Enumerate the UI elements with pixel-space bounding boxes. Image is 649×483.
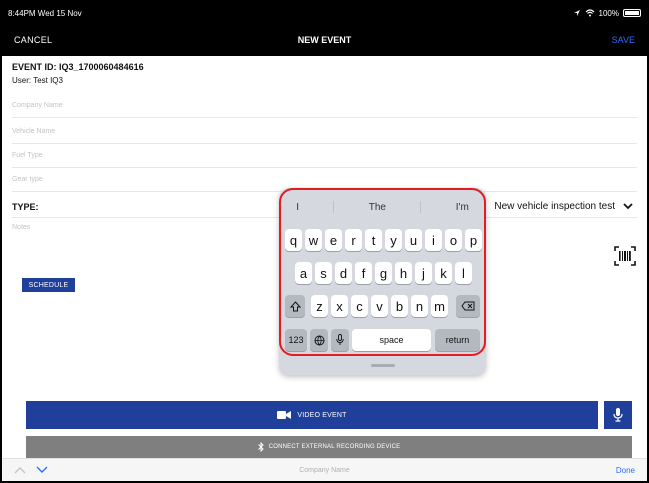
- key-n[interactable]: n: [411, 295, 428, 317]
- key-f[interactable]: f: [355, 262, 372, 284]
- chevron-down-icon[interactable]: [36, 466, 48, 474]
- type-label: TYPE:: [12, 201, 39, 212]
- dictation-icon: [336, 334, 344, 345]
- battery-icon: [623, 9, 641, 17]
- schedule-button[interactable]: SCHEDULE: [22, 278, 75, 292]
- cancel-button[interactable]: CANCEL: [14, 35, 52, 45]
- status-bar: 8:44PM Wed 15 Nov 100%: [2, 2, 647, 24]
- connect-device-button[interactable]: CONNECT EXTERNAL RECORDING DEVICE: [26, 436, 632, 458]
- suggestion-item[interactable]: The: [369, 202, 386, 213]
- key-p[interactable]: p: [465, 229, 482, 251]
- suggestion-item[interactable]: I: [296, 202, 299, 213]
- key-l[interactable]: l: [455, 262, 472, 284]
- key-d[interactable]: d: [335, 262, 352, 284]
- event-id: EVENT ID: IQ3_1700060484616: [12, 62, 144, 72]
- keyboard-grabber[interactable]: [371, 364, 395, 367]
- field-nav-arrows: [14, 466, 48, 474]
- suggestion-bar: I The I'm: [279, 198, 486, 216]
- space-key[interactable]: space: [352, 329, 431, 351]
- page-title: NEW EVENT: [297, 35, 352, 45]
- chevron-up-icon[interactable]: [14, 466, 26, 474]
- notes-placeholder: Notes: [12, 224, 31, 231]
- vehicle-name-placeholder: Vehicle Name: [12, 128, 56, 135]
- video-event-label: VIDEO EVENT: [297, 411, 347, 419]
- battery-percent: 100%: [598, 8, 619, 18]
- fuel-type-field[interactable]: Fuel Type: [12, 144, 637, 168]
- status-right: 100%: [573, 9, 641, 18]
- save-button[interactable]: SAVE: [612, 35, 635, 45]
- gear-type-placeholder: Gear type: [12, 176, 43, 183]
- connect-device-label: CONNECT EXTERNAL RECORDING DEVICE: [268, 444, 401, 450]
- backspace-key[interactable]: [456, 295, 480, 317]
- keyboard-accessory-bar: Company Name Done: [2, 458, 647, 481]
- location-icon: [573, 10, 580, 16]
- notes-field[interactable]: Notes: [12, 224, 30, 231]
- chevron-down-icon: [623, 203, 633, 210]
- numbers-key[interactable]: 123: [285, 329, 307, 351]
- type-value: New vehicle inspection test: [494, 201, 615, 212]
- key-e[interactable]: e: [325, 229, 342, 251]
- microphone-button[interactable]: [604, 401, 632, 429]
- key-i[interactable]: i: [425, 229, 442, 251]
- return-key[interactable]: return: [435, 329, 480, 351]
- key-m[interactable]: m: [431, 295, 448, 317]
- key-o[interactable]: o: [445, 229, 462, 251]
- bluetooth-icon: [257, 442, 264, 452]
- vehicle-name-field[interactable]: Vehicle Name: [12, 120, 637, 144]
- microphone-icon: [613, 408, 623, 422]
- shift-key[interactable]: [285, 295, 305, 317]
- key-y[interactable]: y: [385, 229, 402, 251]
- suggestion-divider: [333, 201, 335, 213]
- type-dropdown[interactable]: New vehicle inspection test: [494, 201, 633, 212]
- globe-key[interactable]: [310, 329, 328, 351]
- wifi-icon: [585, 9, 594, 17]
- key-c[interactable]: c: [351, 295, 368, 317]
- key-x[interactable]: x: [331, 295, 348, 317]
- key-b[interactable]: b: [391, 295, 408, 317]
- event-header: EVENT ID: IQ3_1700060484616 User: Test I…: [12, 62, 144, 85]
- nav-bar: CANCEL NEW EVENT SAVE: [2, 24, 647, 56]
- done-button[interactable]: Done: [616, 466, 635, 475]
- shift-icon: [289, 300, 301, 311]
- accessory-field-label: Company Name: [299, 466, 350, 474]
- video-event-button[interactable]: VIDEO EVENT: [26, 401, 598, 429]
- suggestion-item[interactable]: I'm: [456, 202, 469, 213]
- key-g[interactable]: g: [375, 262, 392, 284]
- status-time: 8:44PM Wed 15 Nov: [8, 8, 82, 18]
- event-user: User: Test IQ3: [12, 76, 63, 85]
- key-s[interactable]: s: [315, 262, 332, 284]
- key-z[interactable]: z: [311, 295, 328, 317]
- key-v[interactable]: v: [371, 295, 388, 317]
- fuel-type-placeholder: Fuel Type: [12, 152, 43, 159]
- key-k[interactable]: k: [435, 262, 452, 284]
- dictation-key[interactable]: [331, 329, 349, 351]
- video-camera-icon: [277, 411, 292, 419]
- key-h[interactable]: h: [395, 262, 412, 284]
- key-j[interactable]: j: [415, 262, 432, 284]
- key-t[interactable]: t: [365, 229, 382, 251]
- barcode-icon[interactable]: [614, 246, 636, 266]
- app-window: 8:44PM Wed 15 Nov 100% CANCEL NEW EVENT …: [0, 0, 649, 483]
- key-r[interactable]: r: [345, 229, 362, 251]
- globe-icon: [314, 335, 324, 346]
- floating-keyboard: I The I'm q w e r t y u i o p a s d f g …: [279, 188, 486, 375]
- company-name-field[interactable]: Company Name: [12, 94, 637, 118]
- suggestion-divider: [420, 201, 422, 213]
- key-u[interactable]: u: [405, 229, 422, 251]
- company-name-placeholder: Company Name: [12, 102, 63, 109]
- key-q[interactable]: q: [285, 229, 302, 251]
- backspace-icon: [461, 301, 475, 311]
- key-w[interactable]: w: [305, 229, 322, 251]
- key-a[interactable]: a: [295, 262, 312, 284]
